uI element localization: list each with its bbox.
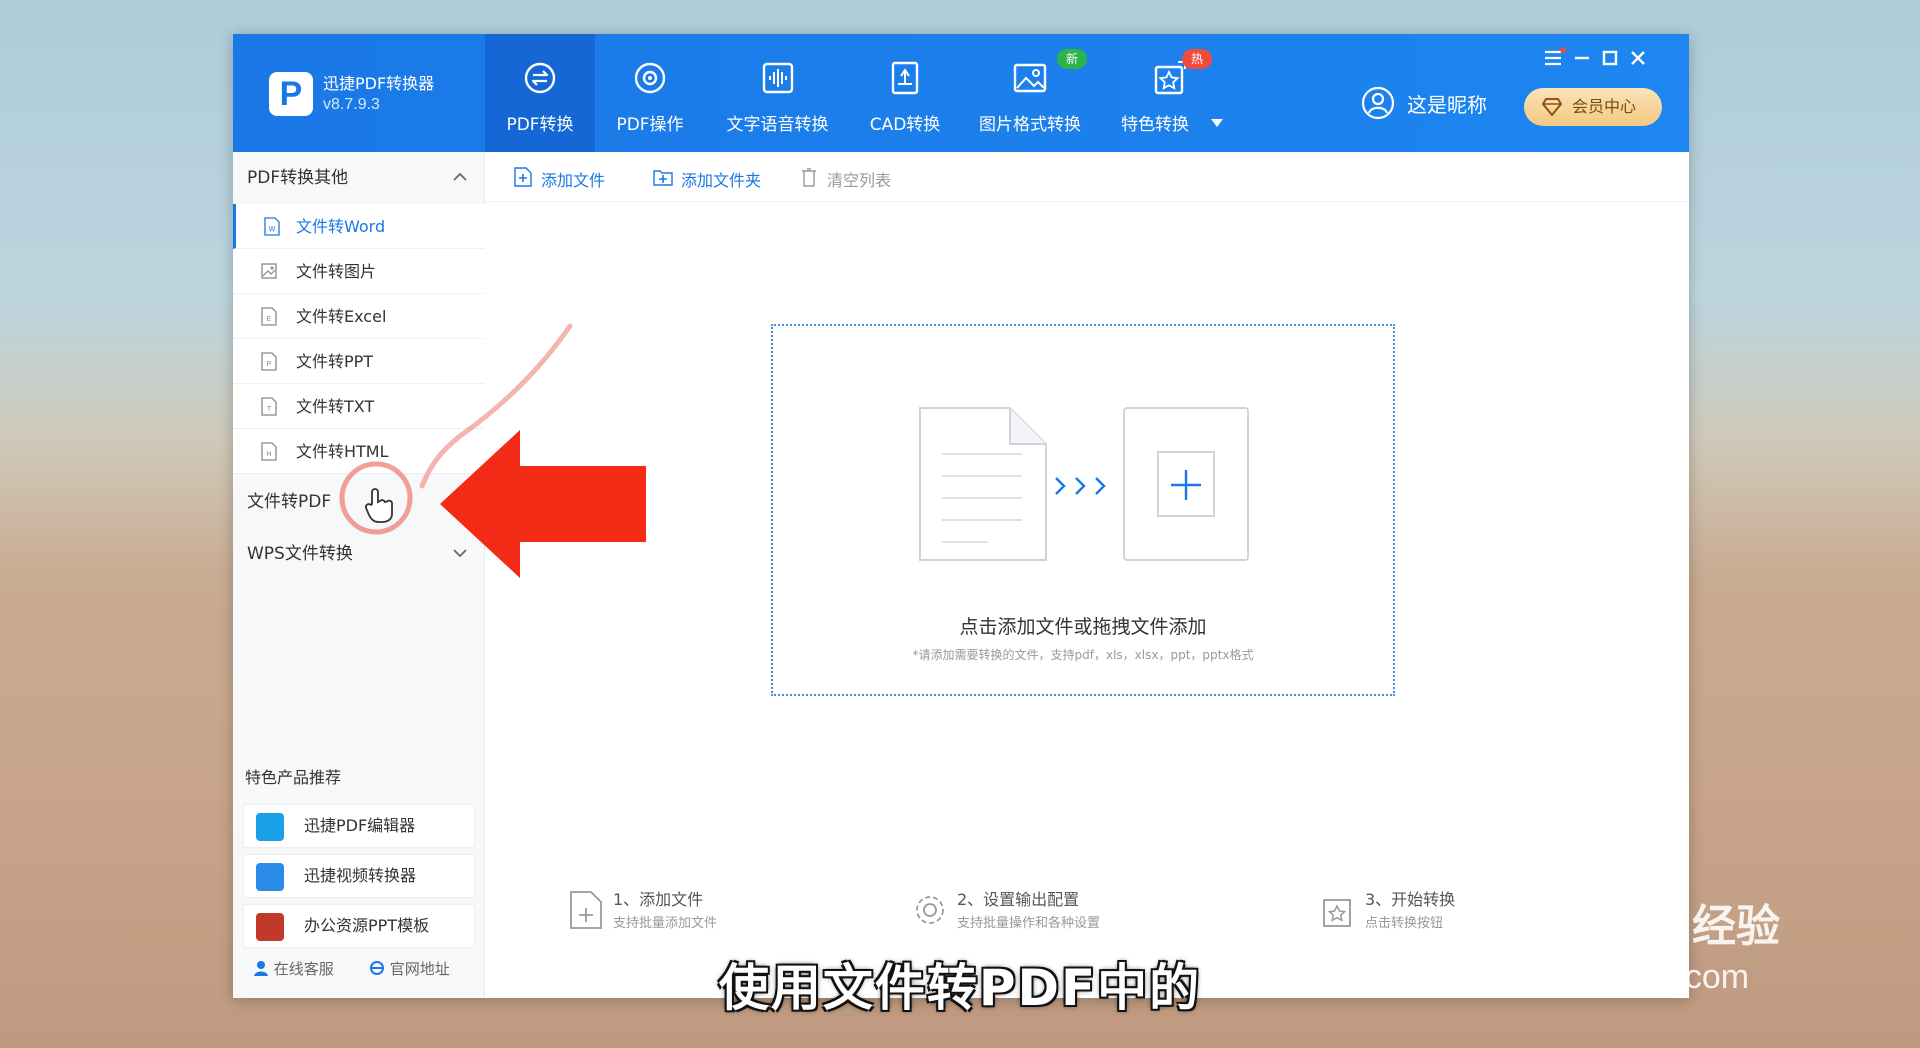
toolbar: 添加文件 添加文件夹 清空列表 (485, 152, 1689, 202)
recommend-label: 办公资源PPT模板 (304, 916, 430, 935)
tab-cad[interactable]: CAD转换 (850, 34, 960, 152)
recommend-title: 特色产品推荐 (245, 768, 342, 787)
recommend-ppt-template[interactable]: 办公资源PPT模板 (243, 904, 475, 948)
watermark-url: jingyan.baidu.com (1475, 958, 1750, 996)
svg-text:P: P (267, 361, 272, 368)
add-folder-button[interactable]: 添加文件夹 (653, 167, 761, 191)
tab-label: 特色转换 (1121, 115, 1189, 135)
step-title: 2、设置输出配置 (957, 890, 1080, 909)
sidebar-item-label: 文件转Word (296, 217, 386, 236)
sidebar-item-label: 文件转图片 (296, 262, 377, 281)
step-desc: 支持批量操作和各种设置 (957, 916, 1101, 931)
cad-icon (891, 61, 919, 95)
hot-badge: 热 (1182, 49, 1213, 69)
gear-icon (916, 896, 944, 924)
dropzone-main-text: 点击添加文件或拖拽文件添加 (959, 616, 1207, 638)
user-nickname[interactable]: 这是昵称 (1407, 89, 1487, 118)
clear-list-label: 清空列表 (827, 171, 892, 190)
minimize-icon[interactable] (1570, 46, 1594, 70)
word-file-icon: W (264, 217, 280, 236)
voice-wave-icon (762, 62, 793, 94)
sidebar-group-pdf-to-other[interactable]: PDF转换其他 (233, 152, 485, 204)
menu-icon[interactable] (1542, 46, 1566, 70)
recommend-pdf-editor[interactable]: 迅捷PDF编辑器 (243, 804, 475, 848)
new-badge: 新 (1057, 49, 1088, 69)
add-folder-label: 添加文件夹 (681, 171, 762, 190)
tab-label: CAD转换 (869, 115, 941, 135)
clear-list-button[interactable]: 清空列表 (799, 167, 891, 191)
tab-pdf-operate[interactable]: PDF操作 (595, 34, 705, 152)
maximize-icon[interactable] (1598, 46, 1622, 70)
svg-text:H: H (266, 451, 271, 458)
header-bar: P 迅捷PDF转换器 v8.7.9.3 PDF转换 PDF操作 文字语音转换 C… (233, 34, 1689, 152)
file-to-add-illustration-icon (919, 407, 1249, 561)
svg-text:T: T (267, 406, 272, 413)
sidebar-item-to-word[interactable]: W 文件转Word (233, 204, 485, 249)
html-file-icon: H (261, 442, 277, 461)
red-arrow-icon (440, 430, 646, 578)
step-title: 3、开始转换 (1365, 890, 1456, 909)
step-title: 1、添加文件 (613, 890, 704, 909)
add-file-button[interactable]: 添加文件 (513, 167, 605, 191)
convert-step-icon (1323, 899, 1351, 927)
add-file-step-icon (570, 891, 602, 929)
file-dropzone[interactable]: 点击添加文件或拖拽文件添加 *请添加需要转换的文件，支持pdf，xls，xlsx… (771, 324, 1395, 696)
add-file-label: 添加文件 (541, 171, 606, 190)
diamond-icon (1542, 98, 1562, 116)
excel-file-icon: E (261, 307, 277, 326)
pdf-operate-icon (634, 62, 666, 94)
step-desc: 点击转换按钮 (1365, 916, 1444, 931)
vip-label: 会员中心 (1572, 97, 1637, 116)
vip-center-button[interactable]: 会员中心 (1524, 88, 1662, 126)
recommend-label: 迅捷PDF编辑器 (304, 816, 416, 835)
dropzone-hint-text: *请添加需要转换的文件，支持pdf，xls，xlsx，ppt，pptx格式 (912, 648, 1254, 662)
group-label: PDF转换其他 (247, 168, 349, 188)
ppt-file-icon: P (261, 352, 277, 371)
dropdown-arrow-icon[interactable] (1210, 118, 1224, 128)
watermark-cn: 经验 (1692, 901, 1780, 952)
ppt-template-icon (256, 913, 284, 941)
step-desc: 支持批量添加文件 (613, 916, 718, 931)
add-folder-icon (653, 170, 673, 186)
group-label: 文件转PDF (247, 492, 332, 512)
hand-cursor-icon (364, 488, 393, 523)
txt-file-icon: T (261, 397, 277, 416)
baidu-watermark: Baidu 经验 jingyan.baidu.com (1470, 872, 1830, 1002)
image-file-icon (261, 263, 277, 279)
tab-text-voice[interactable]: 文字语音转换 (705, 34, 850, 152)
watermark-brand: Baidu (1470, 873, 1637, 940)
recommend-label: 迅捷视频转换器 (304, 866, 417, 885)
app-logo-icon: P (269, 72, 313, 116)
app-version: v8.7.9.3 (323, 96, 380, 113)
sidebar-item-to-image[interactable]: 文件转图片 (233, 249, 485, 294)
video-converter-icon (256, 863, 284, 891)
add-file-icon (514, 167, 532, 187)
app-name: 迅捷PDF转换器 (323, 74, 435, 93)
close-icon[interactable] (1626, 46, 1650, 70)
pdf-editor-icon (256, 813, 284, 841)
tab-label: 文字语音转换 (726, 115, 829, 135)
tab-pdf-convert[interactable]: PDF转换 (485, 34, 595, 152)
pdf-convert-icon (524, 62, 556, 94)
tab-special-convert[interactable]: 特色转换 热 (1100, 34, 1240, 152)
chevron-up-icon (453, 172, 467, 181)
tab-image-format[interactable]: 图片格式转换 新 (960, 34, 1100, 152)
tab-label: 图片格式转换 (979, 115, 1081, 135)
svg-text:W: W (269, 226, 276, 233)
image-icon (1013, 63, 1047, 93)
tab-label: PDF操作 (616, 115, 684, 135)
user-avatar-icon[interactable] (1361, 86, 1395, 120)
tab-label: PDF转换 (506, 115, 574, 135)
svg-text:E: E (267, 316, 272, 323)
trash-icon (802, 168, 816, 187)
recommend-video-converter[interactable]: 迅捷视频转换器 (243, 854, 475, 898)
